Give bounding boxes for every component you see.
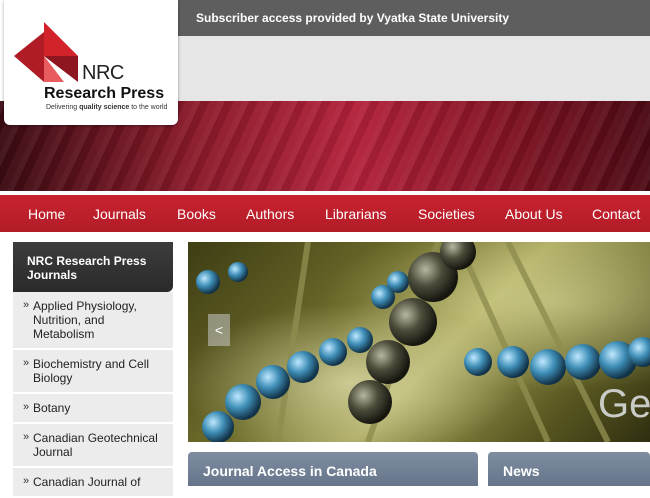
chevron-right-icon: » bbox=[23, 475, 30, 487]
nav-authors[interactable]: Authors bbox=[246, 206, 294, 222]
sidebar-item-geotechnical[interactable]: » Canadian Geotechnical Journal bbox=[13, 424, 173, 468]
subscriber-bar: Subscriber access provided by Vyatka Sta… bbox=[178, 0, 650, 36]
sidebar-item-applied-physiology[interactable]: » Applied Physiology, Nutrition, and Met… bbox=[13, 292, 173, 350]
subscriber-text: Subscriber access provided by Vyatka Sta… bbox=[196, 11, 510, 25]
chevron-right-icon: » bbox=[23, 431, 30, 443]
sidebar-item-canadian-journal[interactable]: » Canadian Journal of bbox=[13, 468, 173, 498]
logo-tagline-post: to the world bbox=[129, 104, 168, 111]
nav-home[interactable]: Home bbox=[28, 206, 65, 222]
sidebar-item-label: Canadian Geotechnical Journal bbox=[33, 431, 158, 459]
logo-tagline-pre: Delivering bbox=[46, 104, 80, 111]
hero-overlay-text: Ge bbox=[598, 382, 650, 426]
sidebar-item-biochemistry[interactable]: » Biochemistry and Cell Biology bbox=[13, 350, 173, 394]
header-band bbox=[178, 36, 650, 101]
nav-societies[interactable]: Societies bbox=[418, 206, 475, 222]
chevron-right-icon: » bbox=[23, 401, 30, 413]
sidebar-title: NRC Research Press Journals bbox=[13, 242, 173, 292]
sidebar-item-label: Canadian Journal of bbox=[33, 475, 141, 489]
sidebar-item-label: Biochemistry and Cell Biology bbox=[33, 357, 150, 385]
chevron-right-icon: » bbox=[23, 357, 30, 369]
logo-name-line1: NRC bbox=[82, 62, 124, 84]
main-nav: Home Journals Books Authors Librarians S… bbox=[0, 195, 650, 232]
nrc-logo-mark-icon bbox=[14, 22, 78, 82]
sidebar-item-label: Botany bbox=[33, 401, 71, 415]
sidebar-item-label: Applied Physiology, Nutrition, and Metab… bbox=[33, 299, 137, 341]
journal-list: » Applied Physiology, Nutrition, and Met… bbox=[13, 292, 173, 498]
nav-contact[interactable]: Contact bbox=[592, 206, 640, 222]
hero-slideshow[interactable]: < Ge bbox=[188, 242, 650, 442]
hero-prev-button[interactable]: < bbox=[208, 314, 230, 346]
nav-journals[interactable]: Journals bbox=[93, 206, 146, 222]
journal-access-panel-title: Journal Access in Canada bbox=[188, 452, 478, 486]
dna-image bbox=[196, 242, 650, 442]
nav-about-us[interactable]: About Us bbox=[505, 206, 563, 222]
nav-books[interactable]: Books bbox=[177, 206, 216, 222]
nrc-logo[interactable]: NRC Research Press Delivering quality sc… bbox=[4, 0, 178, 125]
news-panel-title: News bbox=[488, 452, 650, 486]
logo-tagline: Delivering quality science to the world bbox=[46, 104, 167, 111]
chevron-right-icon: » bbox=[23, 299, 30, 311]
nav-librarians[interactable]: Librarians bbox=[325, 206, 386, 222]
sidebar-item-botany[interactable]: » Botany bbox=[13, 394, 173, 424]
logo-tagline-bold: quality science bbox=[79, 104, 130, 111]
logo-name-line2: Research Press bbox=[44, 85, 165, 102]
